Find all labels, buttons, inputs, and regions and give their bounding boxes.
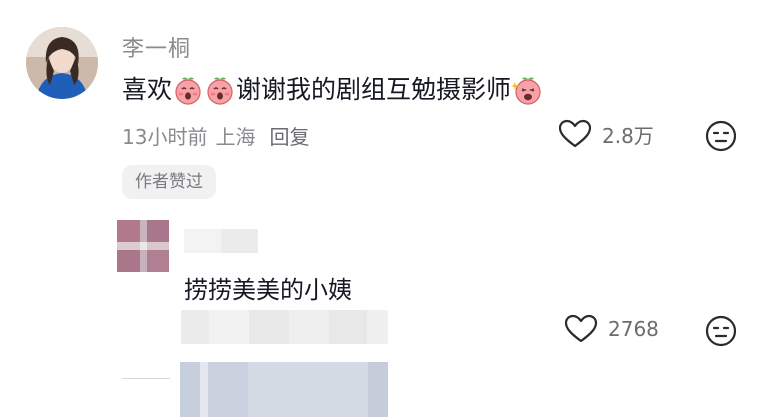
peach-face-emoji	[172, 74, 204, 106]
avatar[interactable]	[26, 27, 98, 99]
comment-meta: 13小时前 上海 回复	[122, 121, 309, 150]
dislike-face-icon[interactable]	[705, 315, 737, 347]
peach-face-sparkle-emoji	[511, 74, 543, 106]
comment-username[interactable]: 李一桐	[122, 31, 191, 63]
avatar-image	[26, 27, 98, 99]
divider	[122, 378, 170, 379]
reply-meta-blurred	[181, 310, 388, 344]
comment-text-part2: 谢谢我的剧组互勉摄影师	[236, 75, 512, 104]
heart-icon	[564, 314, 598, 343]
reply-avatar[interactable]	[117, 220, 169, 272]
comment-text: 喜欢 谢谢我的剧组互勉摄影师	[122, 74, 543, 106]
reply-like-button[interactable]: 2768	[564, 314, 659, 344]
comment-text-part1: 喜欢	[122, 75, 173, 104]
comment-time: 13小时前	[122, 125, 208, 149]
like-count: 2.8万	[602, 123, 654, 148]
reply-username-blurred	[184, 229, 258, 253]
dislike-face-icon[interactable]	[705, 120, 737, 152]
like-button[interactable]: 2.8万	[558, 119, 654, 149]
reply-like-count: 2768	[608, 317, 659, 341]
author-liked-badge: 作者赞过	[122, 165, 216, 199]
reply-text: 捞捞美美的小姨	[184, 276, 352, 304]
heart-icon	[558, 119, 592, 148]
expand-replies-blurred[interactable]	[180, 362, 388, 417]
peach-face-emoji	[204, 74, 236, 106]
reply-button[interactable]: 回复	[269, 121, 309, 150]
comment-location: 上海	[215, 125, 256, 149]
